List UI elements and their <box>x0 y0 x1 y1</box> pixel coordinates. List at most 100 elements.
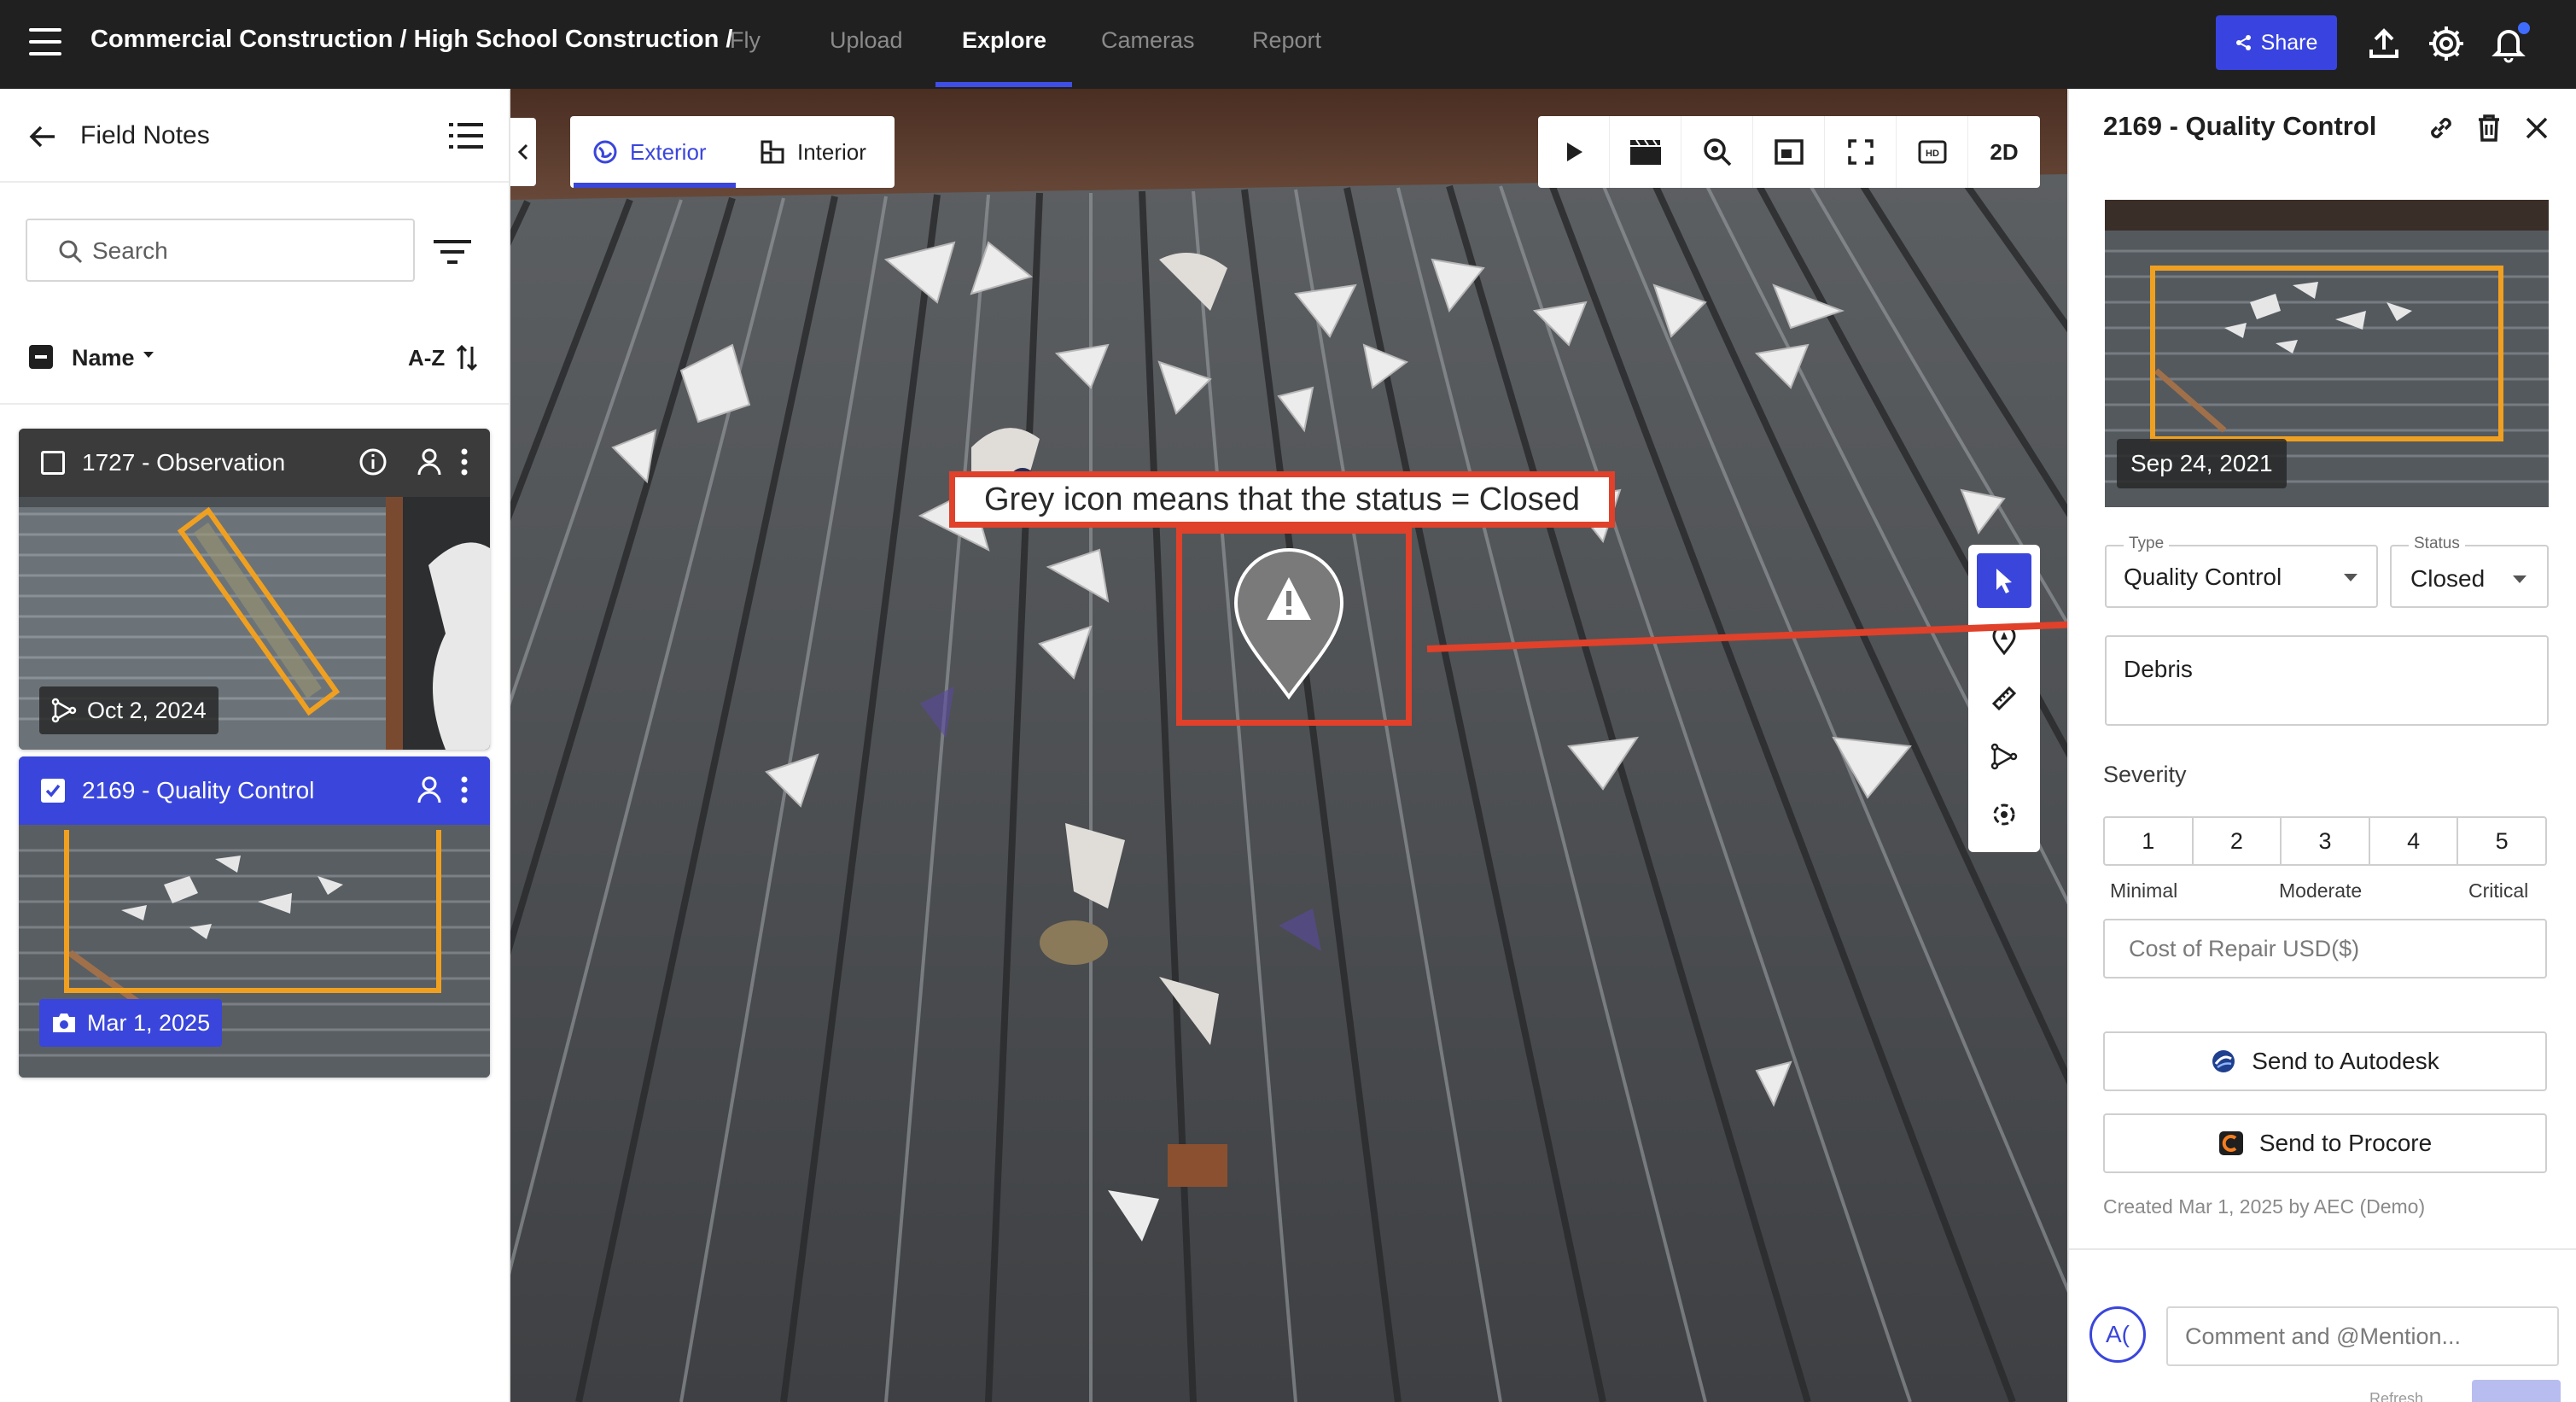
info-icon[interactable] <box>358 447 388 476</box>
viewer-toolbar: HD 2D <box>1538 116 2040 188</box>
hd-icon: HD <box>1918 140 1946 164</box>
fullscreen-button[interactable] <box>1825 116 1897 188</box>
check-icon <box>45 784 61 797</box>
trash-icon[interactable] <box>2472 111 2506 145</box>
card-checkbox[interactable] <box>41 451 65 475</box>
active-tab-indicator <box>574 183 736 188</box>
avatar: A( <box>2089 1306 2146 1363</box>
severity-option-5[interactable]: 5 <box>2458 818 2545 864</box>
location-pin-icon <box>1992 626 2016 655</box>
annotation-tools <box>1968 545 2040 852</box>
list-view-icon[interactable] <box>449 121 483 150</box>
sort-field[interactable]: Name <box>72 345 135 371</box>
measure-tool[interactable] <box>1977 671 2031 726</box>
close-icon[interactable] <box>2520 111 2554 145</box>
nav-explore[interactable]: Explore <box>962 27 1046 54</box>
description-text: Debris <box>2124 656 2193 682</box>
nav-report[interactable]: Report <box>1252 27 1321 54</box>
path-icon <box>51 698 77 723</box>
severity-option-1[interactable]: 1 <box>2105 818 2194 864</box>
severity-option-4[interactable]: 4 <box>2370 818 2459 864</box>
severity-option-3[interactable]: 3 <box>2282 818 2370 864</box>
active-nav-indicator <box>935 82 1072 87</box>
more-options-icon[interactable] <box>459 775 469 804</box>
2d-button[interactable]: 2D <box>1968 116 2040 188</box>
play-button[interactable] <box>1538 116 1610 188</box>
field-note-card-selected[interactable]: 2169 - Quality Control Mar 1, 2025 <box>19 756 490 1078</box>
tab-interior[interactable]: Interior <box>760 116 866 188</box>
settings-icon[interactable] <box>2427 24 2466 63</box>
send-procore-label: Send to Procore <box>2258 1130 2433 1156</box>
nav-fly[interactable]: Fly <box>730 27 761 54</box>
comment-input[interactable] <box>2166 1306 2559 1366</box>
card-date: Oct 2, 2024 <box>87 697 207 723</box>
status-select[interactable]: Status Closed <box>2390 535 2549 608</box>
frame-button[interactable] <box>1753 116 1825 188</box>
sort-direction-icon[interactable] <box>456 343 478 372</box>
card-header: 1727 - Observation <box>19 429 490 497</box>
tab-exterior[interactable]: Exterior <box>592 116 707 188</box>
floorplan-icon <box>761 140 784 164</box>
comment-divider <box>2069 1248 2576 1250</box>
hd-button[interactable]: HD <box>1897 116 1968 188</box>
refresh-hint[interactable]: Refresh <box>2369 1390 2423 1402</box>
path-tool[interactable] <box>1977 729 2031 784</box>
cost-of-repair-input[interactable] <box>2103 919 2547 978</box>
autodesk-icon <box>2212 1050 2235 1072</box>
pin-tool[interactable] <box>1977 613 2031 668</box>
assignee-icon[interactable] <box>417 775 442 804</box>
play-icon <box>1566 143 1582 161</box>
chevron-down-icon[interactable] <box>142 350 155 360</box>
severity-option-2[interactable]: 2 <box>2194 818 2282 864</box>
field-notes-panel: Field Notes Name A-Z 1727 - Observation <box>0 89 510 1402</box>
chevron-down-icon <box>2344 574 2357 581</box>
top-bar: Commercial Construction / High School Co… <box>0 0 2576 89</box>
card-checkbox[interactable] <box>41 779 65 803</box>
pointer-icon <box>1996 569 2012 593</box>
upload-icon[interactable] <box>2364 24 2404 63</box>
send-to-procore-button[interactable]: Send to Procore <box>2103 1113 2547 1173</box>
project-breadcrumb[interactable]: Commercial Construction / High School Co… <box>90 26 732 54</box>
share-button[interactable]: Share <box>2216 15 2337 70</box>
field-notes-header: Field Notes <box>0 89 509 183</box>
tab-exterior-label: Exterior <box>630 138 707 165</box>
pointer-tool[interactable] <box>1977 553 2031 608</box>
path-icon <box>1990 743 2018 770</box>
more-options-icon[interactable] <box>459 447 469 476</box>
chevron-down-icon <box>2513 575 2526 583</box>
camera-icon <box>53 1014 75 1032</box>
filter-icon[interactable] <box>434 237 471 266</box>
view-mode-toggle: Exterior Interior <box>570 116 895 188</box>
description-field[interactable]: Debris <box>2105 635 2549 726</box>
zoom-button[interactable] <box>1681 116 1753 188</box>
rotate-icon <box>1993 803 2015 826</box>
sort-order[interactable]: A-Z <box>408 345 445 371</box>
link-icon[interactable] <box>2424 111 2458 145</box>
nav-cameras[interactable]: Cameras <box>1101 27 1195 54</box>
status-value: Closed <box>2410 565 2486 592</box>
nav-upload[interactable]: Upload <box>830 27 903 54</box>
collapse-panel-button[interactable] <box>510 118 536 186</box>
send-to-autodesk-button[interactable]: Send to Autodesk <box>2103 1031 2547 1091</box>
type-select[interactable]: Type Quality Control <box>2105 535 2378 608</box>
search-input[interactable] <box>92 232 399 270</box>
card-header: 2169 - Quality Control <box>19 756 490 825</box>
clapperboard-button[interactable] <box>1610 116 1681 188</box>
send-comment-button[interactable] <box>2472 1380 2561 1402</box>
clapperboard-icon <box>1629 139 1661 165</box>
menu-icon[interactable] <box>29 28 61 57</box>
created-info: Created Mar 1, 2025 by AEC (Demo) <box>2103 1195 2426 1218</box>
rotate-tool[interactable] <box>1977 787 2031 842</box>
detail-title: 2169 - Quality Control <box>2103 111 2377 141</box>
back-arrow-icon[interactable] <box>26 120 60 154</box>
photo-date-badge: Sep 24, 2021 <box>2117 439 2287 488</box>
type-value: Quality Control <box>2124 564 2282 590</box>
assignee-icon[interactable] <box>417 447 442 476</box>
field-note-card[interactable]: 1727 - Observation Oct 2, 2024 <box>19 429 490 750</box>
select-all-checkbox[interactable] <box>29 345 53 369</box>
zoom-icon <box>1703 138 1731 166</box>
svg-text:HD: HD <box>1926 149 1939 159</box>
share-label: Share <box>2260 30 2318 55</box>
search-icon <box>59 240 83 264</box>
3d-viewer[interactable] <box>510 89 2067 1402</box>
